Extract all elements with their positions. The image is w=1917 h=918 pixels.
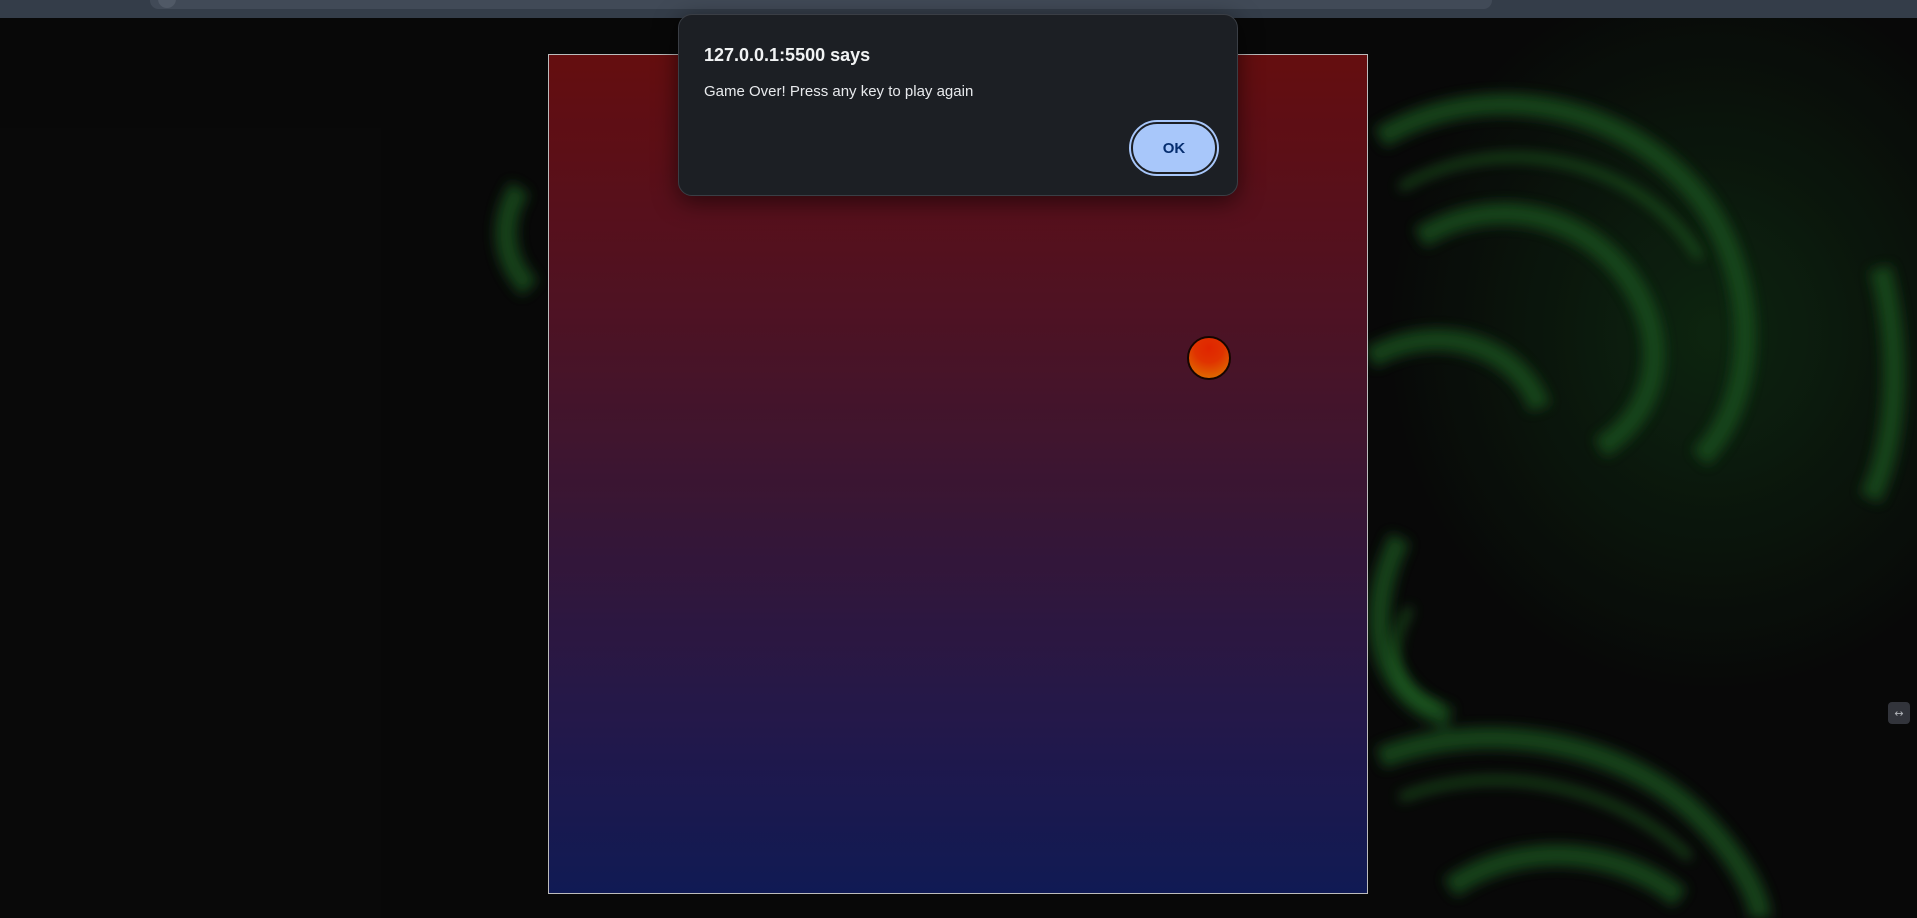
alert-dialog: 127.0.0.1:5500 says Game Over! Press any…	[678, 14, 1238, 196]
collapse-icon[interactable]: ↔	[1888, 702, 1910, 724]
address-bar[interactable]	[150, 0, 1492, 9]
site-info-icon[interactable]	[158, 0, 176, 8]
ok-button[interactable]: OK	[1131, 122, 1217, 174]
browser-viewport: ↔ 127.0.0.1:5500 says Game Over! Press a…	[0, 0, 1917, 918]
dialog-title: 127.0.0.1:5500 says	[704, 45, 871, 65]
ball	[1187, 336, 1231, 380]
dialog-message: Game Over! Press any key to play again	[704, 83, 974, 100]
